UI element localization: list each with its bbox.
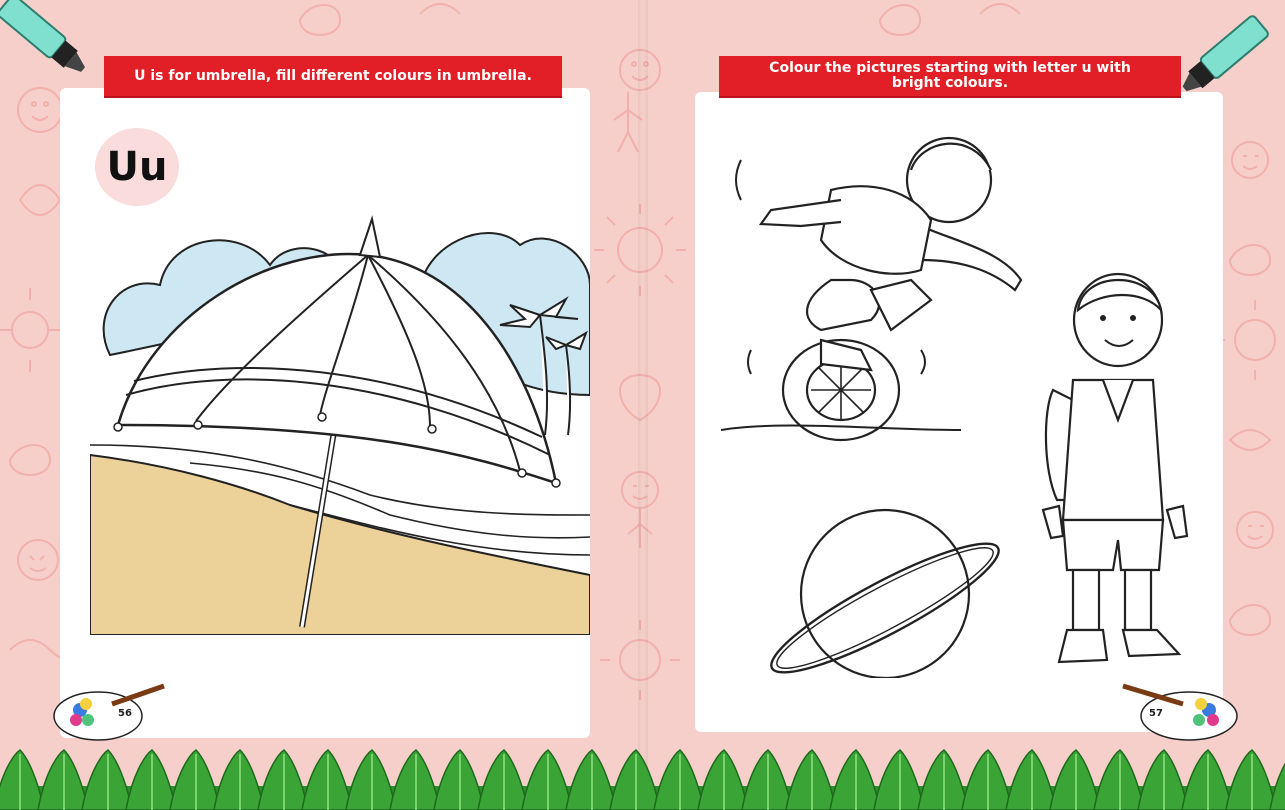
beach-umbrella-scene bbox=[90, 215, 590, 635]
marker-icon bbox=[1182, 15, 1269, 92]
marker-icon bbox=[0, 0, 85, 72]
school-uniform-boy-illustration bbox=[1041, 272, 1189, 664]
sand-shape bbox=[90, 453, 590, 635]
instruction-banner: U is for umbrella, fill different colour… bbox=[104, 56, 562, 96]
page-number: 57 bbox=[1149, 708, 1163, 719]
paint-palette-icon bbox=[53, 683, 165, 741]
page-number: 56 bbox=[118, 708, 132, 719]
unicycle-boy-illustration bbox=[721, 136, 1023, 442]
grass-border bbox=[0, 749, 1285, 810]
instruction-banner: Colour the pictures starting with letter… bbox=[719, 56, 1181, 96]
letter-badge: Uu bbox=[95, 128, 179, 206]
instruction-text: Colour the pictures starting with letter… bbox=[769, 60, 1131, 91]
right-page: Colour the pictures starting with letter… bbox=[643, 0, 1285, 810]
planet-uranus-illustration bbox=[770, 508, 1000, 678]
book-spread: U is for umbrella, fill different colour… bbox=[0, 0, 1285, 810]
left-page: U is for umbrella, fill different colour… bbox=[0, 0, 642, 810]
instruction-text: U is for umbrella, fill different colour… bbox=[134, 67, 532, 84]
letter-text: Uu bbox=[106, 144, 168, 190]
paint-palette-icon bbox=[1122, 683, 1238, 741]
